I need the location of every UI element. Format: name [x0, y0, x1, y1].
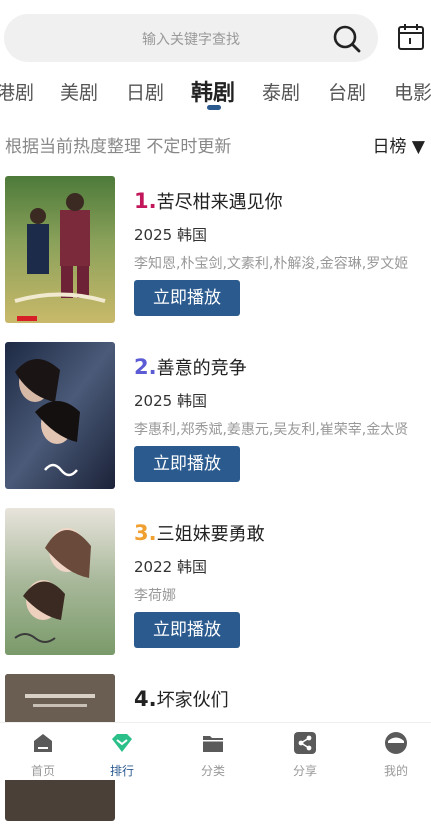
tab-hk[interactable]: 港剧	[0, 78, 34, 105]
drama-title[interactable]: 善意的竞争	[157, 358, 247, 379]
share-icon	[294, 732, 316, 754]
cast-list: 李知恩,朴宝剑,文素利,朴解浚,金容琳,罗文姬	[134, 256, 409, 272]
item-title-row: 4.坏家伙们	[134, 686, 229, 712]
search-icon[interactable]	[332, 24, 362, 54]
list-item[interactable]: 3.三姐妹要勇敢 2022 韩国 李荷娜 立即播放	[0, 508, 431, 674]
active-tab-indicator	[207, 105, 221, 110]
year-region: 2025 韩国	[134, 392, 207, 410]
ranking-icon	[112, 734, 132, 752]
rank-number: 2.	[134, 355, 157, 379]
poster-image[interactable]	[5, 342, 115, 489]
drama-title[interactable]: 苦尽柑来遇见你	[157, 192, 283, 213]
nav-label: 排行	[109, 764, 134, 778]
profile-icon	[385, 732, 407, 754]
item-title-row: 2.善意的竞争	[134, 354, 247, 380]
nav-label: 我的	[383, 764, 408, 778]
year-region: 2022 韩国	[134, 558, 207, 576]
play-button[interactable]: 立即播放	[134, 612, 240, 648]
nav-label: 分类	[200, 764, 225, 778]
info-bar: 根据当前热度整理 不定时更新 日榜 ▼	[5, 130, 425, 157]
play-button[interactable]: 立即播放	[134, 446, 240, 482]
bottom-nav: 首页 排行 分类 分享 我的	[0, 722, 431, 780]
item-title-row: 1.苦尽柑来遇见你	[134, 188, 283, 214]
item-title-row: 3.三姐妹要勇敢	[134, 520, 265, 546]
poster-image[interactable]	[5, 176, 115, 323]
nav-category[interactable]: 分类	[170, 723, 256, 780]
tab-jp[interactable]: 日剧	[126, 78, 164, 105]
rank-number: 4.	[134, 687, 157, 711]
nav-label: 首页	[30, 764, 55, 778]
drama-title[interactable]: 三姐妹要勇敢	[157, 524, 265, 545]
year-region: 2025 韩国	[134, 226, 207, 244]
ranking-note: 根据当前热度整理 不定时更新	[5, 137, 232, 157]
calendar-icon[interactable]	[396, 22, 426, 52]
search-bar[interactable]: 输入关键字查找	[4, 14, 378, 62]
nav-home[interactable]: 首页	[0, 723, 86, 780]
list-item[interactable]: 1.苦尽柑来遇见你 2025 韩国 李知恩,朴宝剑,文素利,朴解浚,金容琳,罗文…	[0, 176, 431, 342]
drama-title[interactable]: 坏家伙们	[157, 690, 229, 711]
poster-image[interactable]	[5, 508, 115, 655]
rank-period-selector[interactable]: 日榜 ▼	[373, 132, 425, 157]
rank-number: 3.	[134, 521, 157, 545]
nav-label: 分享	[292, 764, 317, 778]
cast-list: 李荷娜	[134, 588, 176, 604]
nav-profile[interactable]: 我的	[353, 723, 431, 780]
tab-us[interactable]: 美剧	[60, 78, 98, 105]
nav-share[interactable]: 分享	[262, 723, 348, 780]
rank-number: 1.	[134, 189, 157, 213]
play-button[interactable]: 立即播放	[134, 280, 240, 316]
home-icon	[34, 734, 52, 752]
tab-th[interactable]: 泰剧	[262, 78, 300, 105]
tab-kr[interactable]: 韩剧	[191, 75, 235, 107]
search-input[interactable]: 输入关键字查找	[4, 29, 378, 49]
tab-movie[interactable]: 电影	[394, 78, 431, 105]
tab-tw[interactable]: 台剧	[328, 78, 366, 105]
list-item[interactable]: 2.善意的竞争 2025 韩国 李惠利,郑秀斌,姜惠元,吴友利,崔荣宰,金太贤 …	[0, 342, 431, 508]
nav-ranking[interactable]: 排行	[79, 723, 165, 780]
folder-icon	[203, 736, 223, 752]
cast-list: 李惠利,郑秀斌,姜惠元,吴友利,崔荣宰,金太贤	[134, 422, 409, 438]
